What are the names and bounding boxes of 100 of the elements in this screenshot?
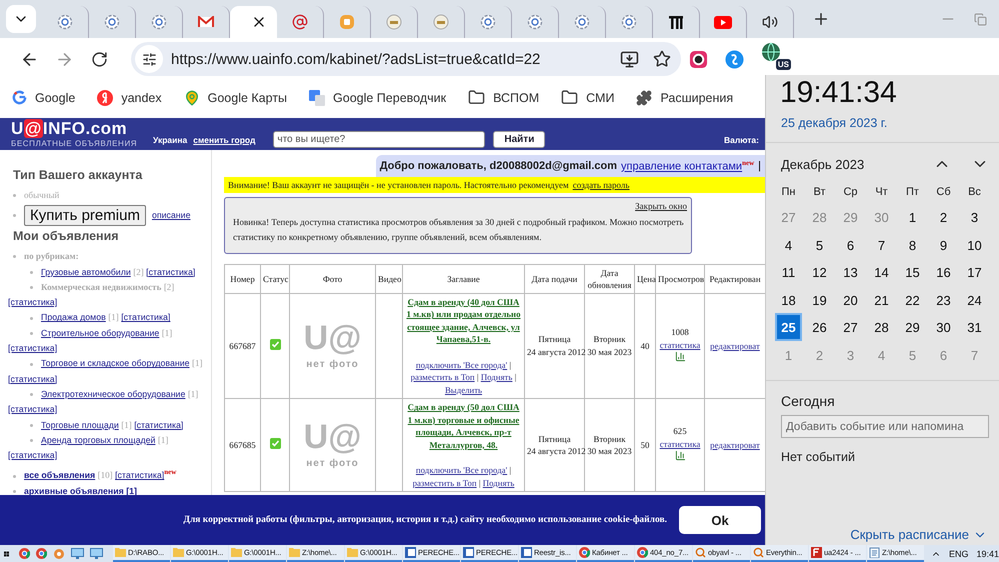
ad-title-link[interactable]: Сдам в аренду (40 дол США 1 м.кв) или продам отдельно стоящее здание, Алчевск, ул Чапаева,51-в. <box>405 296 522 346</box>
stats-link[interactable]: [статистика] <box>134 420 184 430</box>
bookmark[interactable]: Google <box>12 90 76 105</box>
category-link[interactable]: Торговые площади <box>41 420 119 430</box>
bookmark[interactable]: СМИ <box>561 89 614 106</box>
calendar-day[interactable]: 22 <box>899 286 926 313</box>
contacts-link[interactable]: управление контактами <box>621 160 742 173</box>
warning-bar: Внимание! Ваш аккаунт не защищён - не установлен пароль. Настоятельно рекомендуем создать пароль <box>224 176 765 193</box>
calendar-day[interactable]: 10 <box>961 230 988 258</box>
ad-action-link[interactable]: Поднять <box>480 372 512 382</box>
calendar-day[interactable]: 21 <box>868 286 895 313</box>
stats-link[interactable]: [статистика] <box>121 312 170 322</box>
bookmark[interactable]: ВСПОМ <box>468 89 540 106</box>
category-link[interactable]: Продажа домов <box>41 312 106 322</box>
bookmark[interactable]: Google Карты <box>184 90 288 106</box>
calendar-day[interactable]: 14 <box>868 258 895 286</box>
search-button[interactable]: Найти <box>493 131 546 148</box>
section-heading: Тип Вашего аккаунта <box>13 168 144 182</box>
weekday-label: Ср <box>842 185 859 200</box>
clock-time: 19:41:34 <box>780 76 898 110</box>
change-city-link[interactable]: сменить город <box>193 135 256 145</box>
close-notice-link[interactable]: Закрыть окно <box>635 200 687 211</box>
address-bar[interactable]: https://www.uainfo.com/kabinet/?adsList=true&catId=22 <box>131 42 681 76</box>
weekday-label: Пн <box>780 185 796 200</box>
calendar-day[interactable]: 13 <box>837 258 864 286</box>
bookmark[interactable]: Google Переводчик <box>309 90 446 106</box>
calendar-day[interactable]: 15 <box>899 258 926 286</box>
bookmark[interactable]: Расширения <box>636 90 734 106</box>
calendar-day[interactable]: 29 <box>899 313 926 340</box>
ad-action-link[interactable]: подключить 'Все города' <box>416 360 508 370</box>
stats-link[interactable]: [статистика] <box>8 343 58 354</box>
calendar-day[interactable]: 31 <box>961 313 988 340</box>
calendar-day[interactable]: 17 <box>961 258 988 286</box>
cookie-banner: Для корректной работы (фильтры, авторизация, история и т.д.) сайту необходимо использование cookie-файлов. Ok <box>0 495 765 545</box>
account-type: обычный <box>24 190 60 200</box>
calendar-day[interactable]: 27 <box>837 313 864 340</box>
search-field[interactable]: что вы ищете? <box>273 131 486 148</box>
ad-action-link[interactable]: подключить 'Все города' <box>416 465 508 476</box>
stats-link[interactable]: [статистика] <box>146 266 196 277</box>
stats-link[interactable]: [статистика] <box>8 374 58 384</box>
event-field[interactable]: Добавить событие или напомина <box>781 415 989 438</box>
calendar-day[interactable]: 9 <box>930 230 957 258</box>
month-title[interactable]: Декабрь 2023 <box>781 156 913 172</box>
stats-link[interactable]: статистика <box>660 438 700 449</box>
date-link[interactable]: 25 декабря 2023 г. <box>781 116 999 130</box>
calendar-day[interactable]: 5 <box>806 230 833 258</box>
calendar-day[interactable]: 2 <box>930 203 957 230</box>
calendar-day[interactable]: 25 <box>775 313 802 340</box>
bookmark[interactable]: yandex <box>97 90 162 106</box>
ad-action-link[interactable]: Поднять <box>482 478 514 488</box>
ok-button[interactable]: Ok <box>679 506 761 534</box>
stats-link[interactable]: [статистика] <box>8 450 58 460</box>
calendar-day[interactable]: 7 <box>868 230 895 258</box>
calendar-day[interactable]: 1 <box>899 203 926 230</box>
taskbar-clock[interactable]: 19:41 <box>976 548 999 558</box>
ad-action-link[interactable]: разместить в Топ <box>410 372 475 382</box>
stats-link[interactable]: статистика <box>660 340 700 350</box>
stats-link[interactable]: [статистика] <box>115 470 164 480</box>
edit-link[interactable]: редактироват <box>710 340 760 351</box>
table-cell: 625 статистика <box>656 398 704 492</box>
weekday-label: Сб <box>935 185 952 200</box>
calendar-day[interactable]: 26 <box>806 313 833 340</box>
edit-link[interactable]: редактироват <box>710 440 760 450</box>
description-link[interactable]: описание <box>152 210 190 220</box>
calendar-day[interactable]: 20 <box>837 286 864 313</box>
ad-title-link[interactable]: Сдам в аренду (50 дол США 1 м.кв) торговые и офисные площади, Алчевск, пр-т Металлургов, 48. <box>405 401 522 452</box>
calendar-day[interactable]: 6 <box>837 230 864 258</box>
category-link[interactable]: Строительное оборудование <box>41 328 160 338</box>
calendar-day[interactable]: 30 <box>930 313 957 340</box>
calendar-day[interactable]: 8 <box>899 230 926 258</box>
calendar-day[interactable]: 12 <box>806 258 833 286</box>
calendar-day[interactable]: 16 <box>930 258 957 286</box>
category-link[interactable]: Грузовые автомобили <box>41 266 131 277</box>
calendar-day[interactable]: 23 <box>930 286 957 313</box>
language-indicator[interactable]: ENG <box>948 548 968 558</box>
calendar-day[interactable]: 11 <box>775 258 802 286</box>
ad-action-link[interactable]: Выделить <box>444 384 482 395</box>
no-events-text: Нет событий <box>781 450 856 464</box>
hide-schedule-link[interactable]: Скрыть расписание <box>850 527 987 542</box>
stats-link[interactable]: [статистика] <box>8 297 58 308</box>
separator-text: | <box>478 478 481 488</box>
calendar-day[interactable]: 19 <box>806 286 833 313</box>
calendar-day[interactable]: 4 <box>775 230 802 258</box>
column-header: Статус <box>260 264 290 294</box>
calendar-day[interactable]: 28 <box>868 313 895 340</box>
category-link[interactable]: Электротехническое оборудование <box>41 388 186 399</box>
all-ads-link[interactable]: все объявления <box>24 470 96 480</box>
calendar-day[interactable]: 24 <box>961 286 988 313</box>
create-password-link[interactable]: создать пароль <box>572 180 630 190</box>
calendar-day[interactable]: 18 <box>775 286 802 313</box>
calendar-day[interactable]: 3 <box>961 203 988 230</box>
currency-label: Валюта: <box>724 135 759 145</box>
stats-link[interactable]: [статистика] <box>8 404 58 414</box>
no-photo-logo: U@ <box>304 420 362 454</box>
column-header: Номер <box>224 264 260 294</box>
column-header: Дата обновления <box>584 264 634 294</box>
premium-button[interactable]: Купить premium <box>24 205 146 226</box>
category-link[interactable]: Аренда торговых площадей <box>41 434 156 445</box>
category-link[interactable]: Торговое и складское оборудование <box>41 358 190 368</box>
ad-action-link[interactable]: разместить в Топ <box>412 478 477 488</box>
